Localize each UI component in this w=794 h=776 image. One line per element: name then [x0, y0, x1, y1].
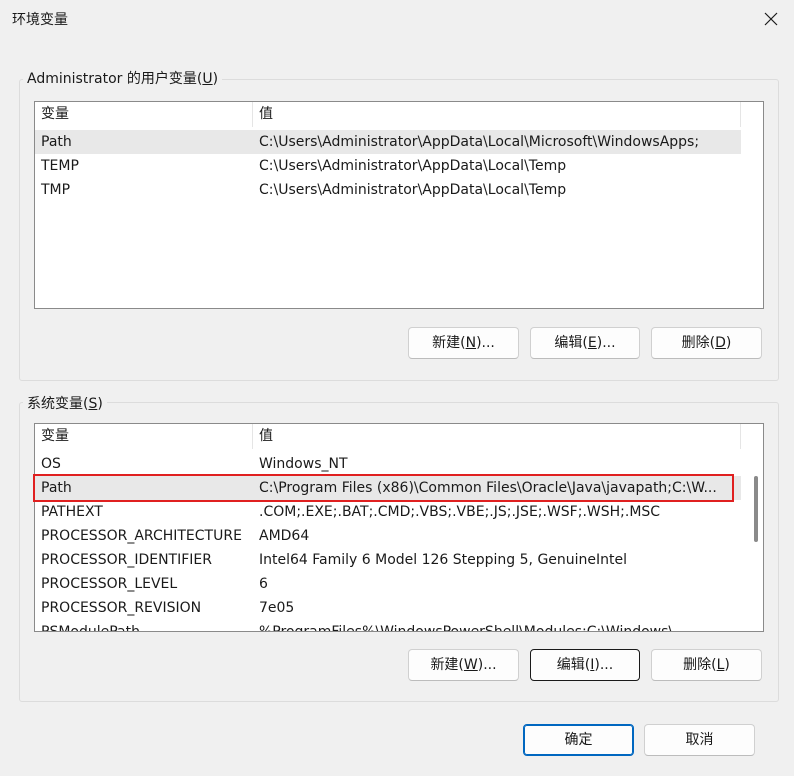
- system-variables-legend: 系统变量(S): [23, 393, 107, 413]
- ok-button[interactable]: 确定: [523, 724, 634, 756]
- system-edit-button[interactable]: 编辑(I)...: [530, 649, 640, 681]
- variable-name: Path: [41, 134, 72, 150]
- title-bar: 环境变量: [0, 0, 794, 38]
- close-button[interactable]: [748, 0, 794, 38]
- variable-name: PROCESSOR_LEVEL: [41, 576, 178, 592]
- vertical-scrollbar[interactable]: [749, 424, 763, 631]
- variable-name: PSModulePath: [41, 624, 140, 632]
- variable-value: .COM;.EXE;.BAT;.CMD;.VBS;.VBE;.JS;.JSE;.…: [259, 504, 661, 520]
- table-row[interactable]: PROCESSOR_IDENTIFIER Intel64 Family 6 Mo…: [35, 548, 741, 572]
- variable-value: C:\Users\Administrator\AppData\Local\Mic…: [259, 134, 700, 150]
- table-row[interactable]: PROCESSOR_REVISION 7e05: [35, 596, 741, 620]
- system-delete-button[interactable]: 删除(L): [651, 649, 762, 681]
- variable-value: Intel64 Family 6 Model 126 Stepping 5, G…: [259, 552, 628, 568]
- variable-value: C:\Users\Administrator\AppData\Local\Tem…: [259, 182, 567, 198]
- table-row[interactable]: PROCESSOR_LEVEL 6: [35, 572, 741, 596]
- table-row[interactable]: Path C:\Users\Administrator\AppData\Loca…: [35, 130, 741, 154]
- column-header-value[interactable]: 值: [253, 424, 741, 449]
- list-header: 变量 值: [35, 102, 741, 127]
- table-row[interactable]: OS Windows_NT: [35, 452, 741, 476]
- table-row[interactable]: PATHEXT .COM;.EXE;.BAT;.CMD;.VBS;.VBE;.J…: [35, 500, 741, 524]
- variable-name: PROCESSOR_IDENTIFIER: [41, 552, 212, 568]
- variable-value: C:\Program Files (x86)\Common Files\Orac…: [259, 480, 717, 496]
- system-variables-list[interactable]: 变量 值 OS Windows_NT Path C:\Program Files…: [34, 423, 764, 632]
- table-row[interactable]: Path C:\Program Files (x86)\Common Files…: [35, 476, 741, 500]
- system-new-button[interactable]: 新建(W)...: [408, 649, 519, 681]
- variable-value: 6: [259, 576, 268, 592]
- user-variables-legend: Administrator 的用户变量(U): [23, 68, 223, 88]
- table-row[interactable]: PSModulePath %ProgramFiles%\WindowsPower…: [35, 620, 741, 632]
- list-header: 变量 值: [35, 424, 741, 449]
- column-header-variable[interactable]: 变量: [35, 424, 253, 449]
- variable-value: AMD64: [259, 528, 310, 544]
- column-header-variable[interactable]: 变量: [35, 102, 253, 127]
- user-delete-button[interactable]: 删除(D): [651, 327, 762, 359]
- environment-variables-dialog: 环境变量 Administrator 的用户变量(U) 变量 值 Path C:…: [0, 0, 794, 776]
- cancel-button[interactable]: 取消: [644, 724, 755, 756]
- variable-name: TEMP: [41, 158, 79, 174]
- variable-name: OS: [41, 456, 61, 472]
- variable-value: 7e05: [259, 600, 295, 616]
- close-icon: [764, 12, 778, 26]
- variable-name: TMP: [41, 182, 71, 198]
- variable-name: Path: [41, 480, 72, 496]
- variable-name: PROCESSOR_ARCHITECTURE: [41, 528, 242, 544]
- variable-value: %ProgramFiles%\WindowsPowerShell\Modules…: [259, 624, 687, 632]
- user-variables-list[interactable]: 变量 值 Path C:\Users\Administrator\AppData…: [34, 101, 764, 309]
- column-header-value[interactable]: 值: [253, 102, 741, 127]
- scrollbar-thumb[interactable]: [754, 476, 758, 542]
- window-title: 环境变量: [12, 12, 68, 28]
- variable-name: PROCESSOR_REVISION: [41, 600, 202, 616]
- user-new-button[interactable]: 新建(N)...: [408, 327, 519, 359]
- variable-value: Windows_NT: [259, 456, 348, 472]
- user-edit-button[interactable]: 编辑(E)...: [530, 327, 640, 359]
- variable-value: C:\Users\Administrator\AppData\Local\Tem…: [259, 158, 567, 174]
- table-row[interactable]: PROCESSOR_ARCHITECTURE AMD64: [35, 524, 741, 548]
- table-row[interactable]: TMP C:\Users\Administrator\AppData\Local…: [35, 178, 741, 202]
- variable-name: PATHEXT: [41, 504, 103, 520]
- table-row[interactable]: TEMP C:\Users\Administrator\AppData\Loca…: [35, 154, 741, 178]
